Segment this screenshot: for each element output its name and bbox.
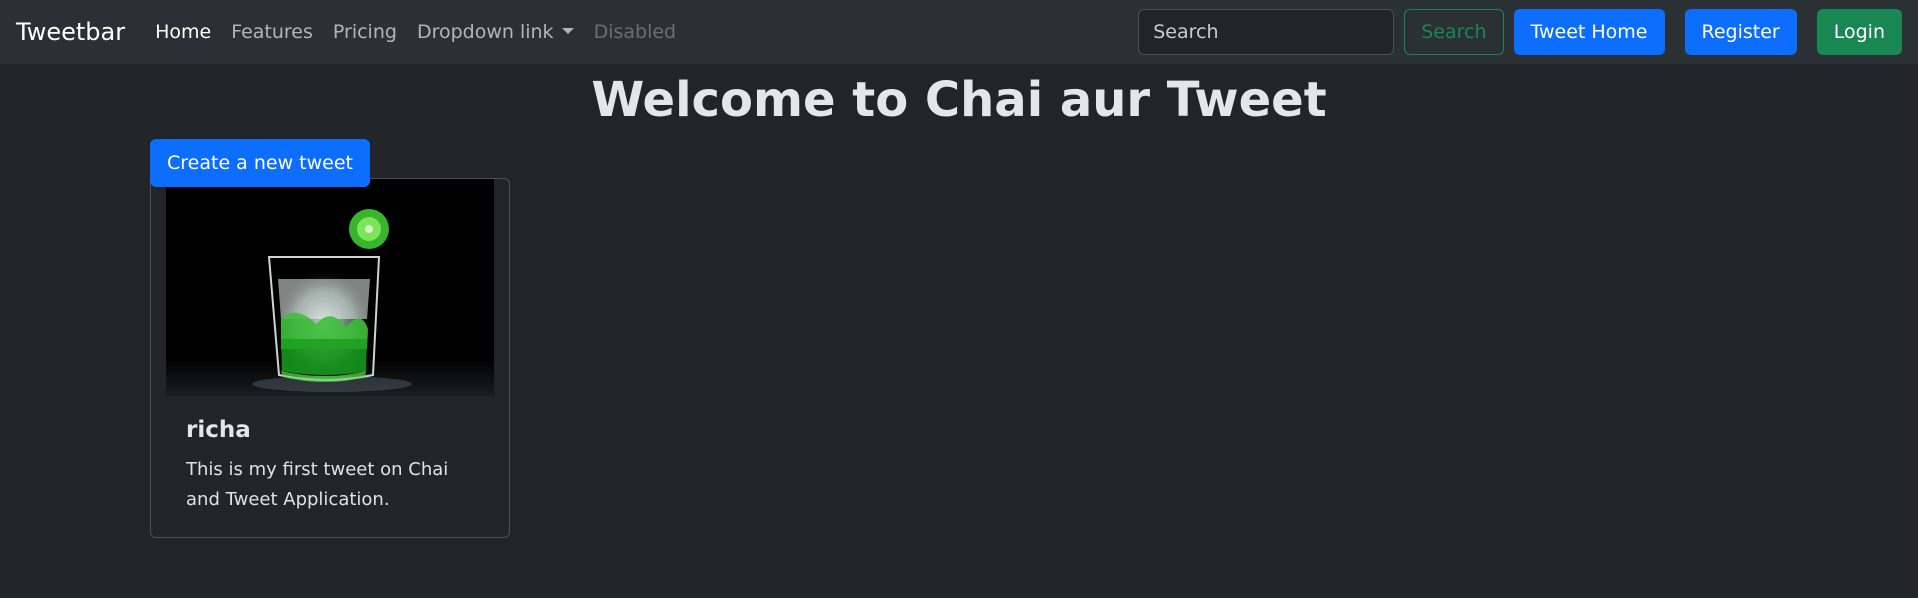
tweet-card: richa This is my first tweet on Chai and… (150, 178, 510, 538)
tweet-username: richa (186, 417, 251, 443)
login-button[interactable]: Login (1816, 9, 1902, 55)
navbar: Tweetbar Home Features Pricing Dropdown … (0, 0, 1918, 64)
search-input[interactable] (1138, 9, 1395, 55)
nav-link-features[interactable]: Features (221, 21, 323, 43)
page-title: Welcome to Chai aur Tweet (591, 72, 1327, 128)
caret-down-icon (561, 28, 574, 34)
card-body: richa This is my first tweet on Chai and… (151, 397, 509, 535)
register-button[interactable]: Register (1684, 9, 1797, 55)
search-button[interactable]: Search (1404, 9, 1504, 55)
nav-links: Home Features Pricing Dropdown link Disa… (145, 21, 686, 43)
tweet-text: This is my first tweet on Chai and Tweet… (186, 459, 449, 510)
nav-link-disabled: Disabled (593, 21, 677, 43)
brand-link[interactable]: Tweetbar (16, 18, 125, 46)
nav-right: Search Tweet Home Register Login (1138, 9, 1902, 55)
nav-dropdown-link[interactable]: Dropdown link (407, 21, 584, 43)
dropdown-link-label: Dropdown link (416, 21, 554, 43)
create-tweet-button[interactable]: Create a new tweet (150, 139, 370, 187)
tweet-image (166, 179, 494, 397)
tweet-home-button[interactable]: Tweet Home (1513, 9, 1665, 55)
nav-link-home[interactable]: Home (145, 21, 221, 43)
nav-link-pricing[interactable]: Pricing (323, 21, 407, 43)
